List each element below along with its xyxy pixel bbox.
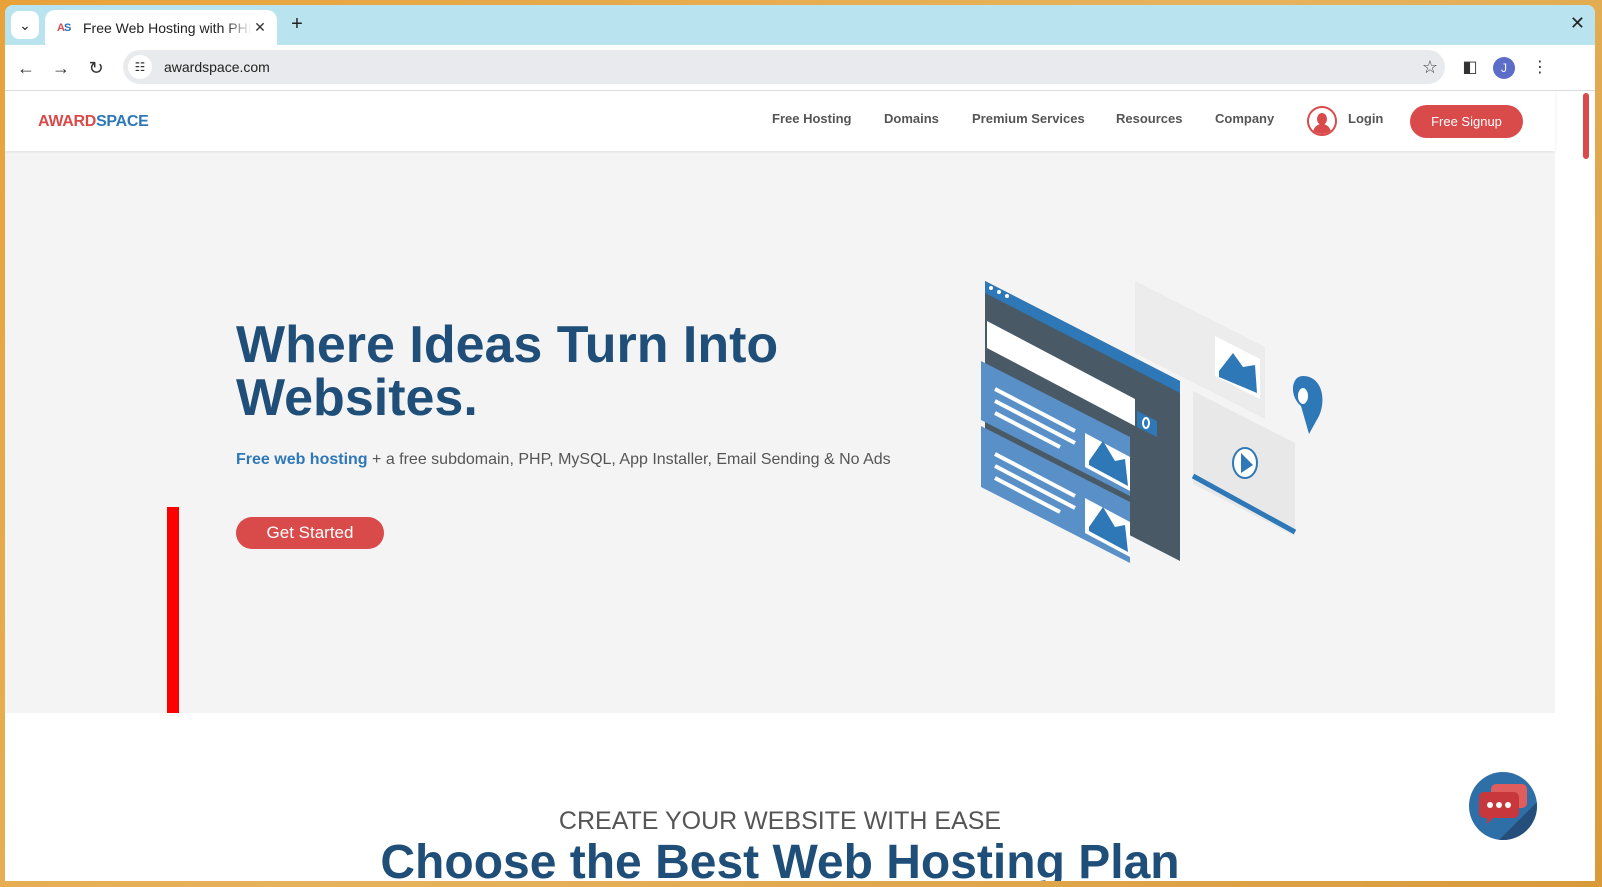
nav-domains[interactable]: Domains — [884, 111, 939, 126]
new-tab-button[interactable]: + — [285, 13, 309, 37]
browser-window: ⌄ AS Free Web Hosting with PHP, MySQL ✕ … — [5, 5, 1595, 881]
menu-kebab-icon[interactable]: ⋮ — [1527, 55, 1553, 81]
tab-title: Free Web Hosting with PHP, MySQL — [83, 19, 251, 36]
url-text[interactable]: awardspace.com — [164, 59, 1415, 75]
hosting-illustration — [981, 281, 1323, 563]
get-started-button[interactable]: Get Started — [236, 517, 384, 549]
awardspace-logo[interactable]: AWARDSPACE — [38, 113, 149, 131]
page-scrollbar[interactable] — [1555, 91, 1595, 881]
close-window-icon[interactable]: ✕ — [1570, 13, 1585, 34]
bookmark-star-icon[interactable]: ☆ — [1415, 57, 1445, 78]
free-signup-button[interactable]: Free Signup — [1410, 105, 1523, 138]
hero-title: Where Ideas Turn Into Websites. — [236, 316, 779, 427]
plans-title: Choose the Best Web Hosting Plan — [380, 836, 1180, 881]
plans-kicker: CREATE YOUR WEBSITE WITH EASE — [558, 807, 1002, 835]
back-icon[interactable]: ← — [13, 55, 39, 81]
browser-toolbar: ← → ↻ ☷ awardspace.com ☆ ◧ J ⋮ — [5, 45, 1595, 91]
nav-free-hosting[interactable]: Free Hosting — [772, 111, 851, 126]
profile-avatar[interactable]: J — [1493, 57, 1515, 79]
side-panel-icon[interactable]: ◧ — [1457, 55, 1483, 81]
chevron-down-icon: ⌄ — [19, 16, 31, 33]
site-info-icon[interactable]: ☷ — [128, 55, 152, 79]
tab-search-button[interactable]: ⌄ — [11, 11, 39, 39]
web-page: AWARDSPACE Free Hosting Domains Premium … — [5, 91, 1595, 881]
awardspace-favicon-icon: AS — [57, 21, 71, 34]
hero-subtitle: Free web hosting + a free subdomain, PHP… — [236, 451, 891, 468]
live-chat-button[interactable] — [1469, 772, 1537, 840]
close-tab-icon[interactable]: ✕ — [251, 19, 269, 36]
nav-premium-services[interactable]: Premium Services — [972, 111, 1085, 126]
scrollbar-thumb[interactable] — [1583, 93, 1589, 159]
reload-icon[interactable]: ↻ — [83, 55, 109, 81]
hero-section: Where Ideas Turn Into Websites. Free web… — [5, 151, 1555, 841]
user-icon[interactable] — [1307, 106, 1337, 136]
address-bar[interactable]: ☷ awardspace.com ☆ — [123, 50, 1445, 84]
plans-section: CREATE YOUR WEBSITE WITH EASE Choose the… — [5, 713, 1555, 881]
login-link[interactable]: Login — [1348, 111, 1383, 126]
forward-icon[interactable]: → — [48, 55, 74, 81]
active-tab[interactable]: AS Free Web Hosting with PHP, MySQL ✕ — [45, 10, 277, 45]
tab-strip: ⌄ AS Free Web Hosting with PHP, MySQL ✕ … — [5, 5, 1595, 45]
nav-resources[interactable]: Resources — [1116, 111, 1182, 126]
nav-company[interactable]: Company — [1215, 111, 1274, 126]
site-header: AWARDSPACE Free Hosting Domains Premium … — [5, 91, 1555, 151]
free-hosting-link[interactable]: Free web hosting — [236, 451, 368, 468]
chat-bubbles-icon — [1479, 784, 1537, 840]
